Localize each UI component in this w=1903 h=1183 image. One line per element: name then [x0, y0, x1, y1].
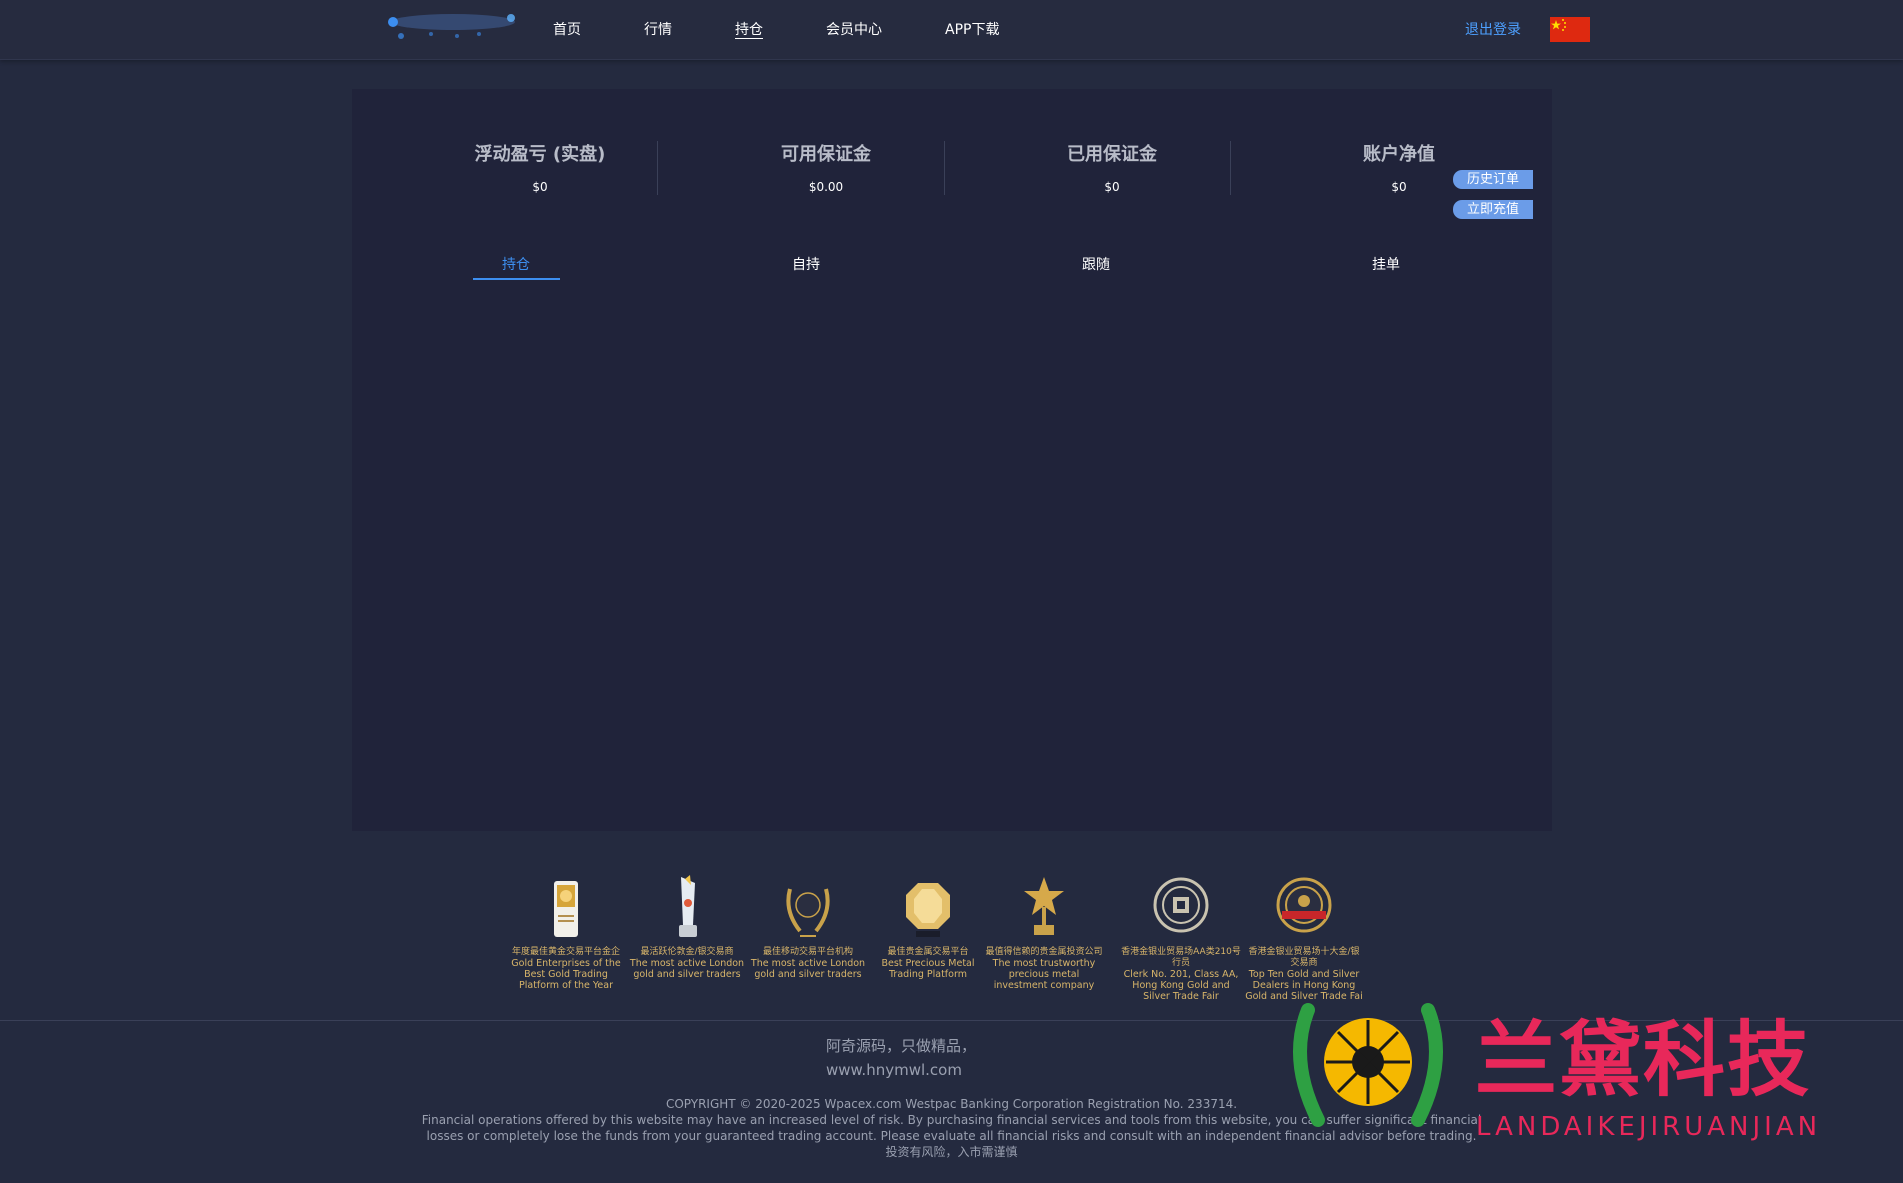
award-item: 最佳移动交易平台机构 The most active London gold a… [748, 875, 868, 980]
positions-panel: 浮动盈亏 (实盘) $0 可用保证金 $0.00 已用保证金 $0 账户净值 $… [352, 89, 1552, 831]
nav-app-download[interactable]: APP下载 [945, 19, 999, 39]
nav-home[interactable]: 首页 [553, 19, 581, 39]
award-item: 香港金银业贸易场AA类210号行员 Clerk No. 201, Class A… [1121, 875, 1241, 1002]
china-flag-icon[interactable] [1550, 17, 1590, 42]
award-en-label: Best Precious Metal Trading Platform [881, 958, 975, 980]
award-cn-label: 最佳贵金属交易平台 [887, 947, 969, 957]
nav-positions[interactable]: 持仓 [735, 19, 763, 39]
award-en-label: Gold Enterprises of the Best Gold Tradin… [511, 958, 621, 991]
award-item: 最值得信赖的贵金属投资公司 The most trustworthy preci… [984, 875, 1104, 991]
nav-member-center[interactable]: 会员中心 [826, 19, 882, 39]
award-item: 香港金银业贸易场十大金/银交易商 Top Ten Gold and Silver… [1244, 875, 1364, 1002]
logout-link[interactable]: 退出登录 [1465, 19, 1521, 39]
top-navbar: 首页 行情 持仓 会员中心 APP下载 退出登录 [0, 0, 1903, 60]
stat-value: $0 [532, 180, 548, 194]
watermark-subtitle: LANDAIKEJIRUANJIAN [1476, 1112, 1822, 1142]
award-en-label: Clerk No. 201, Class AA, Hong Kong Gold … [1123, 969, 1239, 1002]
risk-disclaimer-cn: 投资有风险，入市需谨慎 [885, 1145, 1018, 1159]
award-cn-label: 最活跃伦敦金/银交易商 [640, 947, 734, 957]
award-item: 最活跃伦敦金/银交易商 The most active London gold … [627, 875, 747, 980]
stat-divider [657, 141, 658, 195]
laurel-medal-icon [786, 888, 830, 937]
stat-value: $0 [1104, 180, 1120, 194]
award-cn-label: 最佳移动交易平台机构 [762, 947, 853, 957]
footer-slogan: 阿奇源码，只做精品， www.hnymwl.com [826, 1034, 976, 1082]
tab-follow[interactable]: 跟随 [996, 254, 1196, 274]
stat-divider [944, 141, 945, 195]
crystal-trophy-icon [679, 875, 697, 937]
award-en-label: The most trustworthy precious metal inve… [992, 958, 1096, 991]
tab-pending-orders[interactable]: 挂单 [1286, 254, 1486, 274]
top-ten-seal-icon [1276, 877, 1332, 933]
stat-available-margin: 可用保证金 $0.00 [683, 140, 969, 194]
slogan-url[interactable]: www.hnymwl.com [826, 1058, 976, 1082]
active-tab-indicator [473, 278, 560, 280]
hk-exchange-seal-icon [1153, 877, 1209, 933]
history-orders-button[interactable]: 历史订单 [1453, 170, 1533, 189]
tab-positions[interactable]: 持仓 [416, 254, 616, 274]
tab-self-held[interactable]: 自持 [706, 254, 906, 274]
award-cn-label: 年度最佳黄金交易平台金企 [511, 947, 620, 957]
stat-label: 账户净值 [1363, 144, 1435, 165]
award-cn-label: 香港金银业贸易场十大金/银交易商 [1248, 947, 1360, 968]
award-item: 年度最佳黄金交易平台金企 Gold Enterprises of the Bes… [506, 875, 626, 991]
stat-floating-pnl: 浮动盈亏 (实盘) $0 [397, 140, 683, 194]
gold-plaque-award-icon [554, 881, 578, 937]
stat-used-margin: 已用保证金 $0 [969, 140, 1255, 194]
stat-divider [1230, 141, 1231, 195]
recharge-button[interactable]: 立即充值 [1453, 200, 1533, 219]
slogan-line: 阿奇源码，只做精品， [826, 1037, 977, 1055]
award-en-label: The most active London gold and silver t… [629, 958, 745, 980]
award-item: 最佳贵金属交易平台 Best Precious Metal Trading Pl… [868, 875, 988, 980]
stat-label: 已用保证金 [1067, 144, 1157, 165]
nav-market[interactable]: 行情 [644, 19, 672, 39]
site-logo[interactable] [383, 8, 523, 42]
award-en-label: The most active London gold and silver t… [750, 958, 866, 980]
gold-star-trophy-icon [1024, 877, 1064, 935]
award-cn-label: 香港金银业贸易场AA类210号行员 [1121, 947, 1241, 968]
stat-value: $0.00 [808, 180, 844, 194]
stat-label: 浮动盈亏 (实盘) [474, 144, 606, 165]
gold-octagon-award-icon [906, 883, 950, 937]
stat-label: 可用保证金 [781, 144, 871, 165]
award-cn-label: 最值得信赖的贵金属投资公司 [985, 947, 1103, 957]
watermark-title: 兰黛科技 [1475, 1013, 1812, 1108]
